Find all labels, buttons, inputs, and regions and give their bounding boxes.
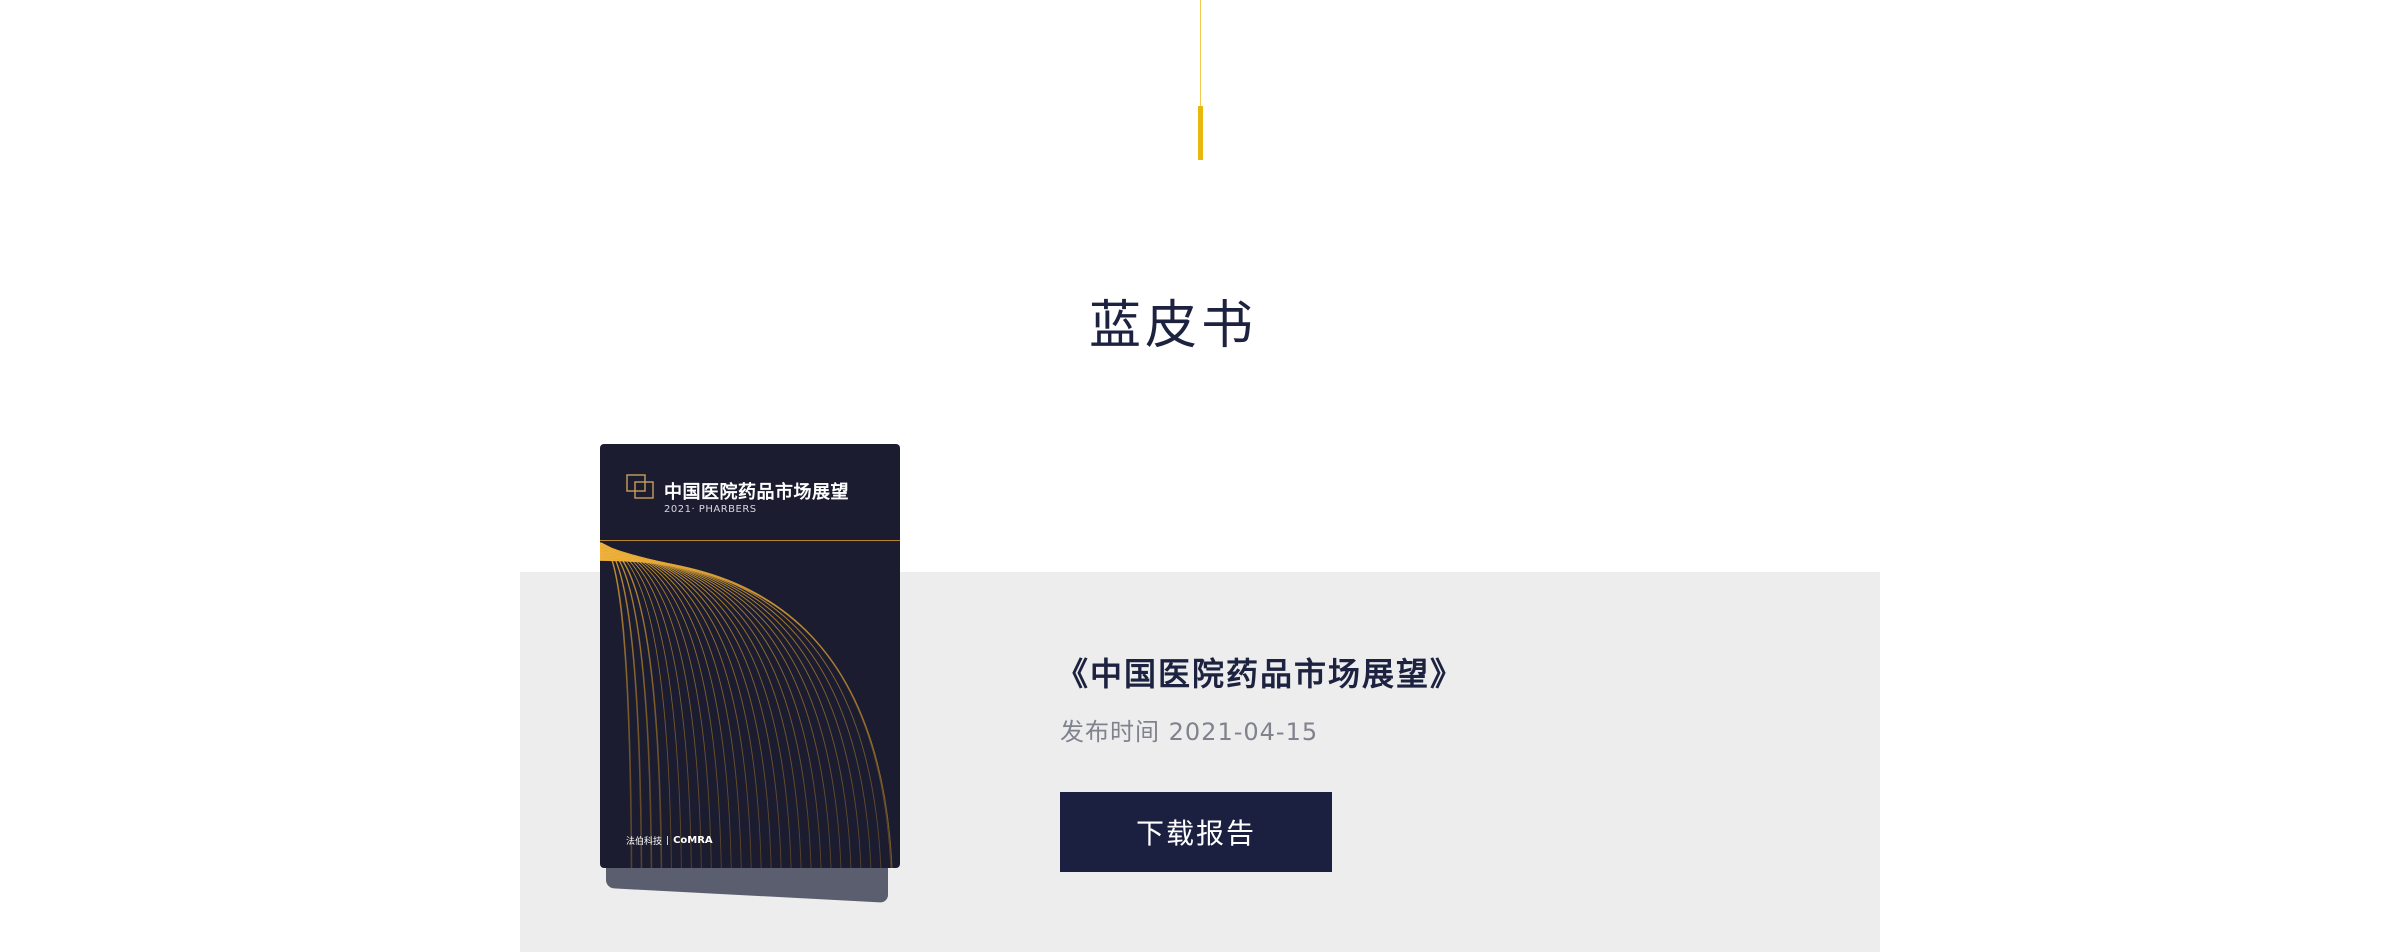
cover-footer: 法伯科技 | CoMRA (626, 834, 713, 847)
cover-subtitle: 2021· PHARBERS (664, 504, 757, 515)
cover-arc (600, 543, 653, 868)
page: 蓝皮书 中国医院药品市场展望 2021· PHARBERS 法伯科技 | CoM… (0, 0, 2400, 952)
report-date-value: 2021-04-15 (1168, 718, 1319, 746)
cover-logo-icon (626, 474, 654, 499)
cover-arc (600, 555, 842, 868)
cover-arc (600, 559, 893, 868)
report-date: 发布时间 2021-04-15 (1060, 714, 1318, 750)
cover-arc (600, 542, 643, 868)
decorative-line-accent (1198, 106, 1203, 160)
report-cover-image[interactable]: 中国医院药品市场展望 2021· PHARBERS 法伯科技 | CoMRA (600, 444, 900, 868)
download-report-button[interactable]: 下载报告 (1060, 792, 1332, 872)
cover-arc-pattern (600, 542, 893, 868)
report-name: 《中国医院药品市场展望》 (1056, 655, 1465, 693)
decorative-line (1200, 0, 1201, 106)
cover-footer-brand-left: 法伯科技 (626, 837, 663, 847)
cover-arc (600, 554, 832, 868)
cover-arc (600, 558, 893, 868)
cover-footer-brand-right: CoMRA (673, 835, 713, 846)
cover-title: 中国医院药品市场展望 (664, 482, 849, 503)
cover-arc (600, 559, 893, 868)
cover-footer-separator: | (666, 835, 670, 846)
cover-arc (600, 542, 633, 868)
section-title: 蓝皮书 (1088, 296, 1257, 356)
cover-arc (600, 557, 882, 868)
report-date-label: 发布时间 (1060, 718, 1160, 746)
